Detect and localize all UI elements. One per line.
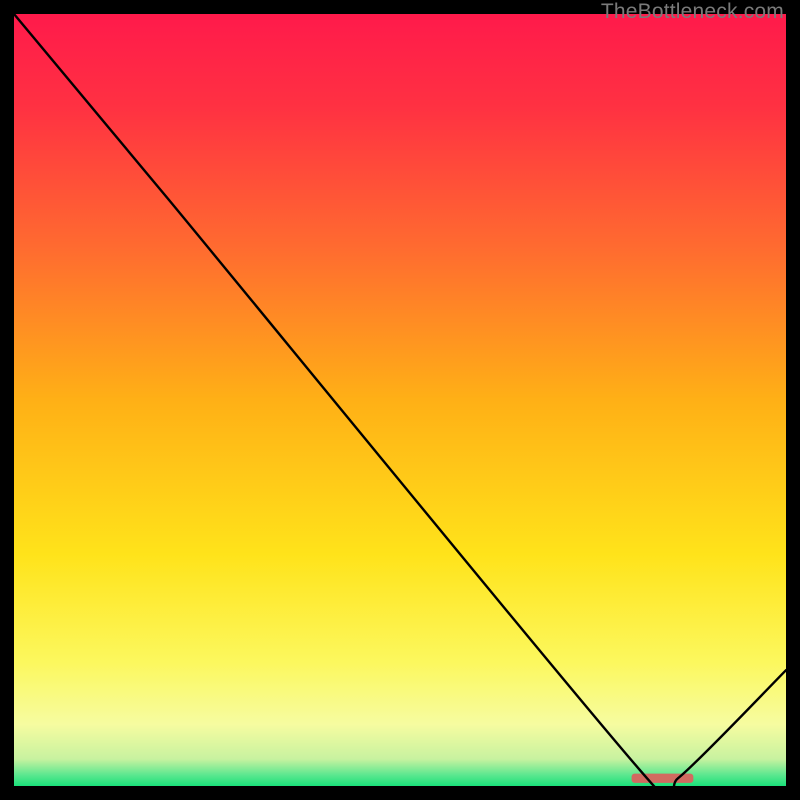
bottleneck-chart: [14, 14, 786, 786]
optimal-marker: [632, 774, 694, 783]
gradient-background: [14, 14, 786, 786]
watermark-text: TheBottleneck.com: [601, 0, 784, 24]
chart-frame: [14, 14, 786, 786]
